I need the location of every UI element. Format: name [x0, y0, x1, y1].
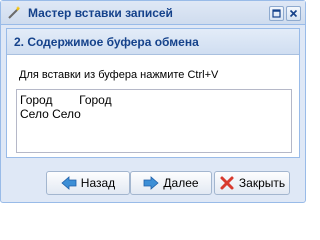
window-title: Мастер вставки записей — [28, 6, 173, 20]
maximize-button[interactable] — [269, 6, 284, 21]
title-bar[interactable]: Мастер вставки записей — [1, 1, 305, 25]
next-button-label: Далее — [163, 176, 199, 190]
back-button-label: Назад — [80, 176, 116, 190]
paste-instruction: Для вставки из буфера нажмите Ctrl+V — [19, 69, 219, 81]
close-x-icon — [219, 175, 235, 191]
step-title: 2. Содержимое буфера обмена — [14, 35, 199, 49]
step-panel: 2. Содержимое буфера обмена Для вставки … — [6, 28, 300, 158]
arrow-right-icon — [143, 175, 160, 191]
arrow-left-icon — [61, 175, 77, 191]
wand-icon — [6, 5, 22, 21]
clipboard-content-area[interactable]: Город Город Село Село — [16, 89, 292, 153]
back-button[interactable]: Назад — [46, 171, 130, 195]
close-button[interactable]: Закрыть — [214, 171, 290, 195]
next-button[interactable]: Далее — [130, 171, 212, 195]
close-button-label: Закрыть — [238, 176, 286, 190]
wizard-window: Мастер вставки записей 2. Содержимое буф… — [0, 0, 306, 203]
window-close-button[interactable] — [286, 6, 301, 21]
step-header: 2. Содержимое буфера обмена — [7, 29, 299, 55]
button-bar: Назад Далее Закрыть — [1, 161, 305, 203]
